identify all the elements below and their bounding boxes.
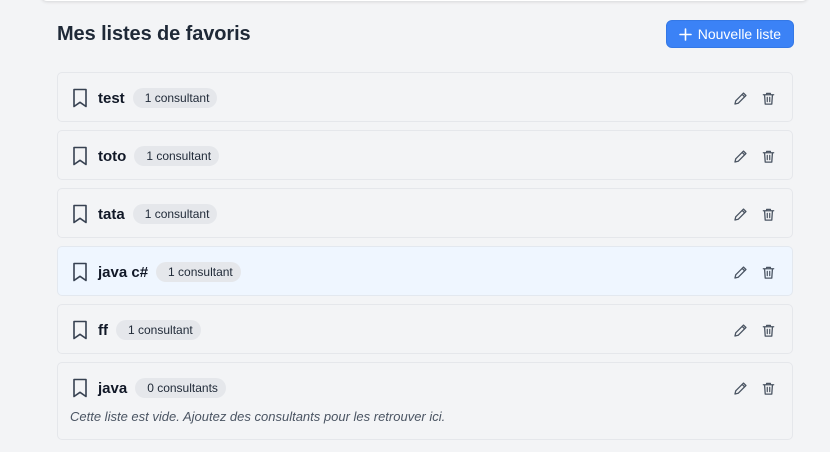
pencil-icon[interactable] xyxy=(732,206,748,222)
list-item[interactable]: tata 1 consultant xyxy=(57,188,793,238)
pencil-icon[interactable] xyxy=(732,148,748,164)
new-list-label: Nouvelle liste xyxy=(697,26,781,42)
pencil-icon[interactable] xyxy=(732,90,748,106)
consultant-count-badge: 1 consultant xyxy=(156,262,241,282)
empty-list-message: Cette liste est vide. Ajoutez des consul… xyxy=(70,409,446,424)
bookmark-icon xyxy=(72,204,90,224)
list-name: ff xyxy=(98,321,108,339)
trash-icon[interactable] xyxy=(760,90,776,106)
trash-icon[interactable] xyxy=(760,264,776,280)
trash-icon[interactable] xyxy=(760,148,776,164)
list-item[interactable]: ff 1 consultant xyxy=(57,304,793,354)
consultant-count-badge: 1 consultant xyxy=(116,320,201,340)
trash-icon[interactable] xyxy=(760,206,776,222)
list-name: java xyxy=(98,379,128,397)
consultant-count-badge: 1 consultant xyxy=(132,88,218,108)
consultant-count-badge: 0 consultants xyxy=(135,378,226,398)
bookmark-icon xyxy=(72,320,90,340)
plus-icon xyxy=(678,27,692,41)
list-name: test xyxy=(98,89,125,107)
page-title: Mes listes de favoris xyxy=(57,22,251,45)
list-name: tata xyxy=(98,205,125,223)
bookmark-icon xyxy=(72,146,90,166)
list-item[interactable]: java 0 consultants Cette liste est vide.… xyxy=(57,362,793,440)
top-card xyxy=(41,0,808,1)
page-header: Mes listes de favoris Nouvelle liste xyxy=(57,20,794,48)
list-item[interactable]: toto 1 consultant xyxy=(57,130,793,180)
list-name: java c# xyxy=(98,263,149,281)
bookmark-icon xyxy=(72,378,90,398)
pencil-icon[interactable] xyxy=(732,380,748,396)
list-item[interactable]: test 1 consultant xyxy=(57,72,793,122)
list-name: toto xyxy=(98,147,127,165)
consultant-count-badge: 1 consultant xyxy=(132,204,218,224)
favorites-list: test 1 consultant toto 1 consultant tata… xyxy=(57,72,793,448)
trash-icon[interactable] xyxy=(760,322,776,338)
consultant-count-badge: 1 consultant xyxy=(134,146,220,166)
list-item[interactable]: java c# 1 consultant xyxy=(57,246,793,296)
bookmark-icon xyxy=(72,262,90,282)
new-list-button[interactable]: Nouvelle liste xyxy=(665,20,794,48)
pencil-icon[interactable] xyxy=(732,264,748,280)
pencil-icon[interactable] xyxy=(732,322,748,338)
trash-icon[interactable] xyxy=(760,380,776,396)
bookmark-icon xyxy=(72,88,90,108)
